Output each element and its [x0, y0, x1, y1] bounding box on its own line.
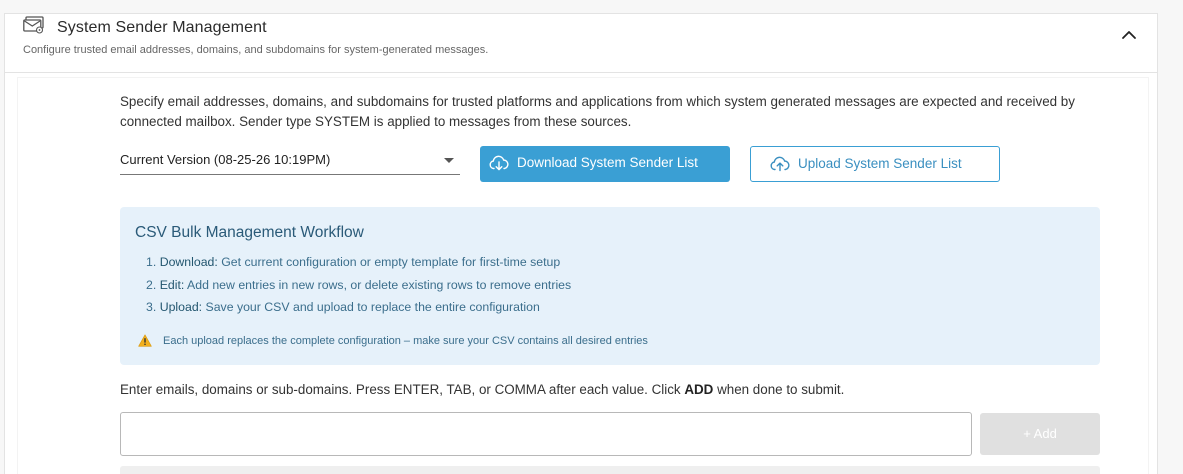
mail-settings-icon	[23, 16, 44, 34]
download-system-sender-list-button[interactable]: Download System Sender List	[480, 146, 730, 182]
step-text: Add new entries in new rows, or delete e…	[187, 277, 572, 292]
workflow-step: 3. Upload: Save your CSV and upload to r…	[146, 300, 571, 323]
instructions-text-end: when done to submit.	[713, 382, 845, 397]
workflow-step: 2. Edit: Add new entries in new rows, or…	[146, 278, 571, 301]
entry-instructions: Enter emails, domains or sub-domains. Pr…	[120, 382, 844, 397]
section-description: Specify email addresses, domains, and su…	[120, 94, 1075, 129]
version-select-value: Current Version (08-25-26 10:19PM)	[120, 152, 331, 167]
warning-icon	[138, 334, 152, 347]
upload-system-sender-list-button[interactable]: Upload System Sender List	[750, 146, 1000, 182]
step-text: Save your CSV and upload to replace the …	[205, 300, 540, 314]
version-select[interactable]: Current Version (08-25-26 10:19PM)	[120, 148, 460, 175]
instructions-add-word: ADD	[684, 382, 714, 397]
step-number: 2.	[146, 277, 157, 292]
sender-list-panel	[120, 466, 1100, 474]
chevron-up-icon[interactable]	[1120, 28, 1138, 42]
workflow-step: 1. Download: Get current configuration o…	[146, 255, 571, 278]
dropdown-caret-icon	[444, 158, 454, 163]
add-button[interactable]: + Add	[980, 413, 1100, 455]
cloud-upload-icon	[770, 156, 790, 172]
workflow-steps: 1. Download: Get current configuration o…	[146, 255, 571, 323]
step-number: 3.	[146, 300, 157, 314]
section-header[interactable]: System Sender Management Configure trust…	[5, 14, 1157, 73]
workflow-title: CSV Bulk Management Workflow	[135, 224, 364, 241]
sender-entry-input[interactable]	[120, 412, 972, 456]
step-key: Edit:	[159, 277, 185, 292]
cloud-download-icon	[489, 155, 509, 171]
section-title: System Sender Management	[57, 19, 267, 36]
workflow-warning: Each upload replaces the complete config…	[163, 335, 648, 347]
section-subtitle: Configure trusted email addresses, domai…	[23, 44, 489, 56]
instructions-text: Enter emails, domains or sub-domains. Pr…	[120, 382, 685, 397]
step-key: Download:	[159, 255, 218, 269]
download-button-label: Download System Sender List	[517, 155, 698, 170]
csv-workflow-info-box: CSV Bulk Management Workflow 1. Download…	[120, 207, 1100, 365]
step-key: Upload:	[159, 300, 203, 314]
upload-button-label: Upload System Sender List	[798, 156, 962, 171]
step-text: Get current configuration or empty templ…	[221, 255, 561, 269]
step-number: 1.	[146, 255, 157, 269]
